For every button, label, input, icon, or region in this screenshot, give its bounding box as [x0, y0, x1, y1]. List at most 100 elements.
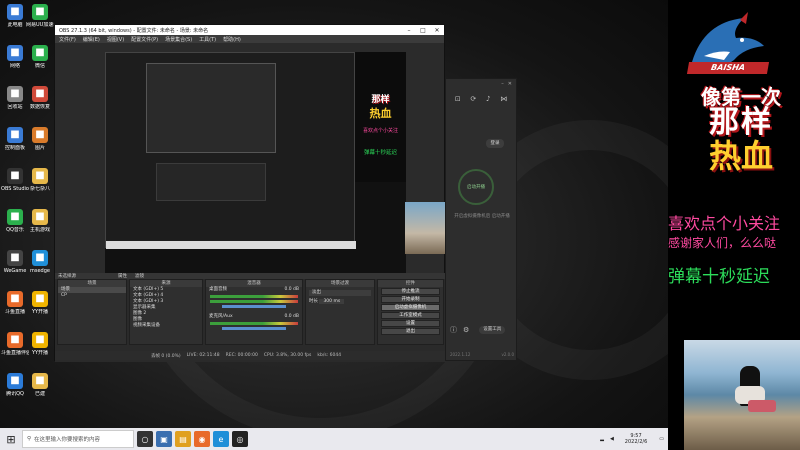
desktop-icon[interactable]: ■ OBS Studio [1, 168, 29, 192]
login-button[interactable]: 登录 [486, 139, 504, 148]
start-live-button[interactable]: 启动开播 [458, 169, 494, 205]
gear-icon[interactable]: ⚙ [463, 326, 469, 334]
desktop-icon[interactable]: ■ 主机游戏 [26, 209, 54, 233]
windows-start-icon[interactable]: ⊞ [0, 428, 22, 450]
source-item[interactable]: 视频采集设备 [130, 323, 202, 329]
recycle-bin-icon: ■ [7, 86, 23, 102]
transition-select[interactable]: 淡出 [309, 290, 371, 296]
status-item: kb/s: 6044 [317, 353, 342, 358]
mixer-db: 0.0 dB [284, 287, 299, 292]
menu-item[interactable]: 视图(V) [107, 36, 124, 43]
desktop-icon[interactable]: ■ 腾讯QQ [1, 373, 29, 397]
mixer-header: 混音器 [206, 280, 302, 287]
volume-slider[interactable] [222, 327, 286, 330]
nested-taskbar [106, 241, 356, 249]
taskbar: ⊞ ⚲ 在这里输入你要搜索的内容 ○ ▣ ▤ ◉ e ◎ ▂ ◀ 9:57 20… [0, 428, 668, 450]
bell-icon[interactable]: ♪ [486, 95, 490, 103]
obs-window[interactable]: OBS 27.1.3 (64 bit, windows) - 配置文件: 未命名… [54, 24, 455, 362]
share-icon[interactable]: ⋈ [500, 95, 507, 103]
desktop-icon[interactable]: ■ msedge [26, 250, 54, 274]
douyu-icon[interactable]: ◉ [194, 431, 210, 447]
nested-obs-window [146, 63, 276, 153]
lock-icon[interactable]: ⊡ [455, 95, 461, 103]
scene-item[interactable]: CP [58, 293, 126, 299]
desktop-icon-label: YY开播 [31, 309, 49, 315]
desktop-icon[interactable]: ■ 杂七杂八 [26, 168, 54, 192]
transitions-panel: 场景过渡 淡出 时长 300 ms [305, 279, 375, 345]
edge-icon[interactable]: e [213, 431, 229, 447]
maximize-icon[interactable]: □ [416, 27, 430, 34]
desktop-icon[interactable]: ■ 控制面板 [1, 127, 29, 151]
duration-input[interactable]: 300 ms [319, 299, 345, 304]
wechat-icon: ■ [32, 45, 48, 61]
refresh-icon[interactable]: ⟳ [470, 95, 476, 103]
menu-item[interactable]: 场景集合(S) [165, 36, 192, 43]
minimize-icon[interactable]: – [402, 27, 416, 34]
desktop-icon-label: WeGame [3, 268, 27, 274]
control-button[interactable]: 设置 [381, 320, 440, 327]
desktop-icon[interactable]: ■ 数据恢复 [26, 86, 54, 110]
mixer-track-desktop: 桌面音频 0.0 dB [206, 287, 302, 293]
douyu-icon: ■ [7, 291, 23, 307]
obs-preview[interactable]: 那样 热血 喜欢点个小关注 弹幕十秒延迟 [105, 52, 455, 276]
settings-tool-button[interactable]: 设置工具 [479, 326, 506, 334]
control-button[interactable]: 开始录制 [381, 296, 440, 303]
obs-docks: 未选择源 属性 滤镜 场景 场景 CP 来源 文本 (GDI+) 5 文本 (GD… [55, 273, 446, 362]
folder-icon[interactable]: ▤ [175, 431, 191, 447]
desktop-icon[interactable]: ■ YY开播 [26, 332, 54, 356]
info-icon[interactable]: ⓘ [450, 325, 457, 335]
desktop-icon[interactable]: ■ 此电脑 [1, 4, 29, 28]
obs-title: OBS 27.1.3 (64 bit, windows) - 配置文件: 未命名… [59, 27, 209, 34]
desktop-icon-label: 腾讯QQ [6, 391, 24, 397]
taskbar-search[interactable]: ⚲ 在这里输入你要搜索的内容 [22, 430, 134, 448]
desktop-icon[interactable]: ■ 斗鱼直播伴侣 [1, 332, 29, 356]
control-button[interactable]: 停止推流 [381, 288, 440, 295]
desktop-icon-label: 数据恢复 [29, 104, 50, 110]
taskbar-clock[interactable]: 9:57 2022/2/6 [617, 433, 655, 445]
obs-titlebar[interactable]: OBS 27.1.3 (64 bit, windows) - 配置文件: 未命名… [55, 25, 444, 35]
control-button[interactable]: 启动虚拟摄像机 [381, 304, 440, 311]
search-placeholder: 在这里输入你要搜索的内容 [34, 437, 101, 443]
desktop-icon-label: 斗鱼直播伴侣 [1, 350, 29, 356]
webcam-person-legs [748, 400, 776, 412]
desktop-icon[interactable]: ■ 已建 [26, 373, 54, 397]
helper-footer: ⓘ ⚙ 设置工具 [450, 325, 514, 335]
desktop-icon-label: 网易UU加速器 [26, 22, 54, 28]
taskbar-app-icon[interactable]: ▣ [156, 431, 172, 447]
desktop-icon[interactable]: ■ 网络 [1, 45, 29, 69]
version-date: 2022.1.12 [450, 352, 471, 357]
control-button[interactable]: 退出 [381, 328, 440, 335]
danmaku-delay-text: 弹幕十秒延迟 [668, 267, 770, 287]
notification-icon[interactable]: ▭ [655, 436, 668, 442]
nested-obs-mixer [156, 163, 266, 201]
volume-icon[interactable]: ◀ [607, 436, 617, 442]
desktop-icon[interactable]: ■ 网易UU加速器 [26, 4, 54, 28]
menu-item[interactable]: 帮助(H) [223, 36, 241, 43]
minimize-icon[interactable]: – [501, 81, 504, 87]
desktop-icon-label: 主机游戏 [29, 227, 50, 233]
desktop-icon-label: 此电脑 [7, 22, 23, 28]
volume-slider[interactable] [222, 305, 286, 308]
desktop-icon-label: 回收站 [7, 104, 23, 110]
sources-header: 来源 [130, 280, 202, 287]
desktop-icon[interactable]: ■ YY开播 [26, 291, 54, 315]
desktop-icon[interactable]: ■ QQ音乐 [1, 209, 29, 233]
network-icon[interactable]: ▂ [597, 436, 607, 442]
desktop-icon[interactable]: ■ WeGame [1, 250, 29, 274]
close-icon[interactable]: ✕ [430, 27, 444, 34]
desktop-icon[interactable]: ■ 微信 [26, 45, 54, 69]
live-helper-panel[interactable]: – ✕ ⊡ ⟳ ♪ ⋈ 登录 启动开播 开启虚拟摄像机后 启动开播 ⓘ ⚙ 设置… [445, 78, 517, 361]
control-button[interactable]: 工作室模式 [381, 312, 440, 319]
obs-icon[interactable]: ◎ [232, 431, 248, 447]
yy-icon: ■ [32, 332, 48, 348]
desktop-icon[interactable]: ■ 回收站 [1, 86, 29, 110]
desktop-icon[interactable]: ■ 图片 [26, 127, 54, 151]
menu-item[interactable]: 编辑(E) [83, 36, 100, 43]
menu-item[interactable]: 工具(T) [199, 36, 216, 43]
task-view-icon[interactable]: ○ [137, 431, 153, 447]
version-number: v2.0.0 [501, 352, 514, 357]
close-icon[interactable]: ✕ [508, 81, 512, 87]
menu-item[interactable]: 配置文件(P) [131, 36, 158, 43]
desktop-icon[interactable]: ■ 斗鱼直播 [1, 291, 29, 315]
menu-item[interactable]: 文件(F) [59, 36, 76, 43]
